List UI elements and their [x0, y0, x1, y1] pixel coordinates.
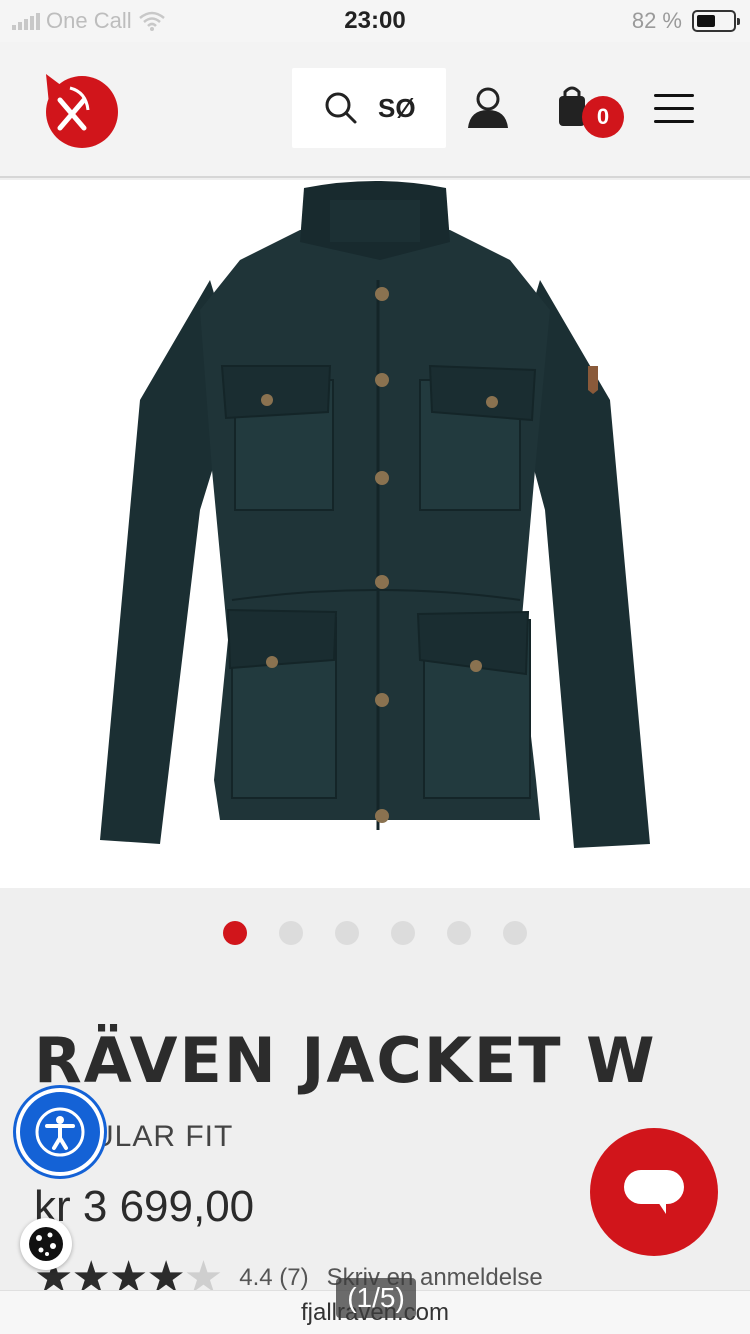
product-page: One Call 23:00 82 % SØ 0 RÄVEN JACKET W … — [0, 0, 750, 1334]
carousel-dot[interactable] — [223, 921, 247, 945]
carousel-dot[interactable] — [335, 921, 359, 945]
status-bar: One Call 23:00 82 % — [0, 0, 750, 42]
image-carousel-dots — [0, 888, 750, 978]
cart-button[interactable]: 0 — [556, 86, 626, 138]
account-icon[interactable] — [466, 86, 510, 130]
fox-logo-icon[interactable] — [40, 70, 120, 150]
carousel-dot[interactable] — [447, 921, 471, 945]
battery-icon — [692, 10, 740, 32]
jacket-image — [100, 181, 650, 848]
cookie-icon — [29, 1227, 63, 1261]
product-fit-text: ULAR FIT — [92, 1120, 234, 1153]
product-title: RÄVEN JACKET W — [34, 1024, 657, 1097]
accessibility-button[interactable] — [16, 1088, 104, 1176]
site-header: SØ 0 — [0, 42, 750, 178]
search-label: SØ — [378, 92, 416, 123]
cookie-settings-button[interactable] — [20, 1218, 72, 1270]
image-counter: (1/5) — [336, 1278, 416, 1318]
product-image[interactable] — [0, 180, 750, 888]
chat-button[interactable] — [590, 1128, 718, 1256]
accessibility-icon — [35, 1107, 85, 1157]
carousel-dot[interactable] — [503, 921, 527, 945]
carousel-dot[interactable] — [279, 921, 303, 945]
product-price: kr 3 699,00 — [34, 1182, 255, 1231]
cart-count-badge: 0 — [582, 96, 624, 138]
chat-icon — [624, 1170, 684, 1214]
search-icon — [325, 92, 357, 124]
carousel-dot[interactable] — [391, 921, 415, 945]
search-button[interactable]: SØ — [292, 68, 446, 148]
battery-status: 82 % — [631, 8, 740, 34]
menu-icon[interactable] — [654, 94, 694, 124]
battery-percent: 82 % — [631, 8, 682, 33]
rating-value: 4.4 (7) — [239, 1264, 309, 1291]
